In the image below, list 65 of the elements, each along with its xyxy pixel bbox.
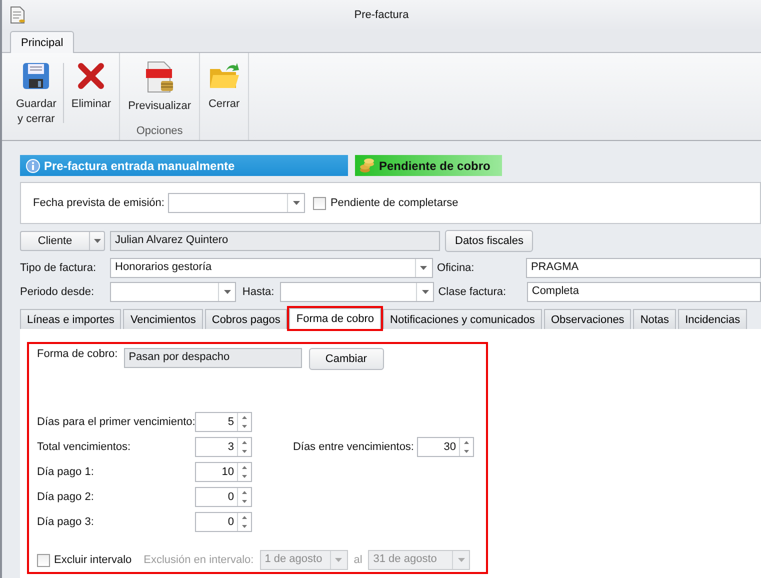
period-to-combo[interactable]	[280, 282, 434, 302]
field-label: Hasta:	[241, 286, 276, 298]
delete-button[interactable]: Eliminar	[67, 57, 116, 116]
info-icon	[26, 158, 40, 172]
office-field[interactable]: PRAGMA	[526, 258, 761, 278]
dropdown-arrow-icon	[292, 201, 300, 205]
number-spinner[interactable]: 5	[195, 412, 252, 432]
field-label: Clase factura:	[437, 286, 508, 298]
status-banner: Pendiente de cobro	[355, 155, 502, 176]
dropdown-arrow-icon	[422, 290, 429, 294]
close-button[interactable]: Cerrar	[204, 57, 244, 116]
field-label: al	[354, 554, 362, 566]
field-label: Total vencimientos:	[37, 441, 132, 453]
tab[interactable]: Líneas e importes	[20, 309, 122, 329]
document-icon	[10, 6, 26, 24]
tab[interactable]: Vencimientos	[123, 309, 203, 329]
payment-method-field: Pasan por despacho	[124, 348, 302, 368]
field-label: Día pago 1:	[37, 466, 95, 478]
info-banner: Pre-factura entrada manualmente	[20, 155, 348, 176]
invoice-class-field[interactable]: Completa	[526, 282, 761, 302]
number-spinner[interactable]: 0	[195, 487, 252, 507]
number-spinner[interactable]: 30	[417, 437, 474, 457]
coins-icon	[359, 158, 375, 174]
tab[interactable]: Notificaciones y comunicados	[383, 309, 542, 329]
dropdown-arrow-icon	[224, 290, 231, 294]
number-spinner[interactable]: 0	[195, 512, 252, 532]
dropdown-arrow-icon	[335, 558, 342, 562]
cross-icon	[76, 61, 106, 91]
ribbon-tab[interactable]: Principal	[10, 31, 74, 53]
field-label: Fecha prevista de emisión:	[33, 197, 164, 209]
field-label: Día pago 2:	[37, 491, 95, 503]
field-label: Exclusión en intervalo:	[144, 554, 254, 566]
preview-button[interactable]: Previsualizar	[124, 57, 196, 118]
folder-icon	[208, 61, 240, 91]
dropdown-arrow-icon	[420, 266, 428, 270]
checkbox-label: Excluir intervalo	[54, 554, 132, 566]
number-spinner[interactable]: 3	[195, 437, 252, 457]
tax-data-button[interactable]: Datos fiscales	[445, 230, 534, 252]
number-spinner[interactable]: 10	[195, 462, 252, 482]
tab[interactable]: Incidencias	[678, 309, 748, 329]
checkbox-label: Pendiente de completarse	[330, 197, 458, 209]
pdf-document-icon	[144, 61, 175, 93]
client-name-field: Julian Alvarez Quintero	[110, 231, 440, 251]
invoice-type-combo[interactable]: Honorarios gestoría	[110, 258, 433, 278]
save-button[interactable]: Guardar y cerrar	[12, 57, 60, 131]
field-label: Día pago 3:	[37, 516, 95, 528]
date-combo[interactable]	[168, 193, 306, 213]
field-label: Tipo de factura:	[20, 262, 98, 274]
dropdown-arrow-icon	[458, 558, 465, 562]
field-label: Días entre vencimientos:	[292, 441, 415, 453]
window-title: Pre-factura	[354, 9, 409, 21]
period-from-combo[interactable]	[110, 282, 236, 302]
field-label: Días para el primer vencimiento:	[37, 416, 195, 428]
group-label: Opciones	[136, 125, 183, 137]
tab[interactable]: Notas	[633, 309, 676, 329]
tab[interactable]: Cobros pagos	[204, 309, 288, 329]
field-label: Forma de cobro:	[37, 348, 118, 360]
tab[interactable]: Observaciones	[544, 309, 632, 329]
tab[interactable]: Forma de cobro	[289, 308, 382, 329]
checkbox[interactable]	[313, 196, 326, 210]
field-label: Oficina:	[436, 262, 476, 274]
field-label: Periodo desde:	[20, 286, 95, 298]
change-button[interactable]: Cambiar	[308, 348, 384, 370]
client-split-button[interactable]: Cliente	[20, 231, 105, 251]
dropdown-arrow-icon	[94, 239, 100, 243]
